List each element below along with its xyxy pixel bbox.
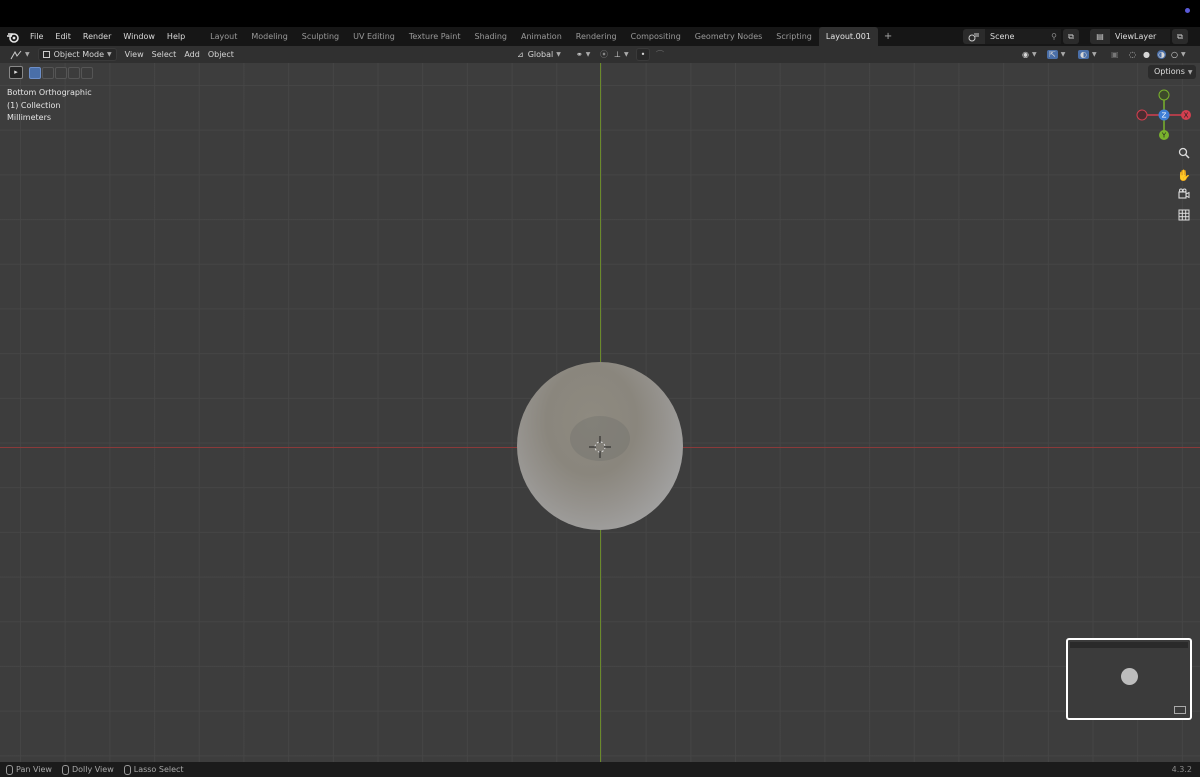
- view-layer-selector: ▤ ViewLayer ⧉: [1090, 29, 1196, 44]
- tab-layout-001[interactable]: Layout.001: [818, 27, 878, 46]
- window-titlebar: [0, 0, 1200, 27]
- xray-toggle-icon[interactable]: ▣: [1107, 48, 1123, 61]
- select-tool-icon[interactable]: ▸: [9, 66, 23, 79]
- view-name: Bottom Orthographic: [7, 88, 92, 97]
- collection-name: (1) Collection: [7, 100, 61, 110]
- tab-shading[interactable]: Shading: [467, 27, 514, 46]
- options-dropdown[interactable]: Options ▼: [1148, 65, 1196, 79]
- menu-window[interactable]: Window: [117, 27, 161, 46]
- select-new-icon[interactable]: [29, 66, 41, 79]
- select-extend-icon[interactable]: [42, 66, 54, 79]
- new-scene-icon[interactable]: ⧉: [1063, 29, 1079, 44]
- add-workspace-icon[interactable]: +: [878, 31, 898, 42]
- tab-sculpting[interactable]: Sculpting: [295, 27, 346, 46]
- gizmo-toggle-icon[interactable]: ⇱ ▼: [1043, 48, 1069, 61]
- shading-rendered-icon[interactable]: ○ ▼: [1167, 48, 1190, 61]
- pivot-point-icon[interactable]: ⚭ ▼: [572, 48, 594, 61]
- tab-texture-paint[interactable]: Texture Paint: [402, 27, 468, 46]
- new-view-layer-icon[interactable]: ⧉: [1172, 29, 1188, 44]
- menu-select[interactable]: Select: [148, 48, 181, 61]
- select-subtract-icon[interactable]: [55, 66, 67, 79]
- menu-add[interactable]: Add: [180, 48, 204, 61]
- gizmo-y-label: Y: [1161, 132, 1167, 140]
- mouse-icon: [61, 764, 69, 775]
- tab-modeling[interactable]: Modeling: [244, 27, 294, 46]
- mouse-icon: [123, 764, 131, 775]
- gizmo-z-label: Z: [1162, 112, 1167, 120]
- tab-scripting[interactable]: Scripting: [769, 27, 819, 46]
- indicator-dot: [1185, 8, 1190, 13]
- orientation-icon: ⊿: [517, 50, 524, 59]
- menu-help[interactable]: Help: [161, 27, 191, 46]
- scene-name-field[interactable]: Scene: [985, 29, 1047, 44]
- shading-solid-icon[interactable]: ●: [1139, 48, 1154, 61]
- tab-animation[interactable]: Animation: [514, 27, 569, 46]
- visibility-icon[interactable]: ◉ ▼: [1018, 48, 1041, 61]
- version-label: 4.3.2: [1171, 765, 1192, 774]
- camera-view-icon[interactable]: [1175, 188, 1193, 206]
- status-dolly-label: Dolly View: [71, 765, 114, 774]
- pin-icon[interactable]: ⚲: [1047, 29, 1061, 44]
- orientation-label: Global: [527, 50, 554, 59]
- tab-compositing[interactable]: Compositing: [624, 27, 688, 46]
- falloff-icon[interactable]: ⌒: [652, 48, 668, 61]
- preview-header: [1070, 642, 1188, 648]
- status-bar: Pan View Dolly View Lasso Select 4.3.2: [0, 762, 1200, 777]
- view-layer-icon[interactable]: ▤: [1090, 29, 1110, 44]
- zoom-icon[interactable]: [1175, 147, 1193, 165]
- status-pan-view: Pan View: [6, 764, 52, 775]
- gizmo-neg-y-handle: [1158, 89, 1170, 101]
- blender-logo-icon[interactable]: [2, 27, 24, 46]
- camera-preview-thumbnail[interactable]: [1066, 638, 1192, 720]
- object-mode-icon: [42, 51, 50, 58]
- status-lasso-select: Lasso Select: [123, 764, 184, 775]
- mouse-icon: [6, 764, 13, 775]
- viewport-info: Bottom Orthographic (1) Collection Milli…: [7, 87, 92, 125]
- navigation-gizmo[interactable]: X Y Z: [1136, 87, 1192, 143]
- menu-edit[interactable]: Edit: [49, 27, 77, 46]
- 3d-cursor-icon: [589, 436, 611, 458]
- viewport-header: ▼ Object Mode ▼ View Select Add Object ⊿ …: [0, 46, 1200, 63]
- editor-type-icon[interactable]: ▼: [6, 48, 34, 61]
- status-dolly-view: Dolly View: [61, 764, 114, 775]
- menu-object[interactable]: Object: [204, 48, 238, 61]
- scene-selector: Scene ⚲ ⧉: [963, 29, 1083, 44]
- shading-wireframe-icon[interactable]: ◌: [1125, 48, 1140, 61]
- select-invert-icon[interactable]: [68, 66, 80, 79]
- gizmo-x-label: X: [1184, 112, 1189, 120]
- overlays-toggle-icon[interactable]: ◐ ▼: [1074, 48, 1101, 61]
- menu-file[interactable]: File: [24, 27, 49, 46]
- gizmo-neg-x-handle: [1136, 109, 1148, 121]
- tab-geometry-nodes[interactable]: Geometry Nodes: [688, 27, 769, 46]
- units-label: Millimeters: [7, 113, 52, 123]
- tab-uv-editing[interactable]: UV Editing: [346, 27, 402, 46]
- view-layer-name-field[interactable]: ViewLayer: [1110, 29, 1170, 44]
- transform-orientation-dropdown[interactable]: ⊿ Global ▼: [513, 48, 565, 61]
- tab-rendering[interactable]: Rendering: [569, 27, 624, 46]
- workspace-tabs: Layout Modeling Sculpting UV Editing Tex…: [203, 27, 898, 46]
- preview-object: [1121, 668, 1138, 685]
- 3d-viewport[interactable]: ▸ Bottom Orthographic (1) Collection Mil…: [0, 63, 1200, 762]
- selection-mode-group: [29, 66, 93, 79]
- snap-target-icon[interactable]: ⊥ ▼: [610, 48, 633, 61]
- pan-hand-icon[interactable]: ✋: [1175, 167, 1193, 185]
- menu-render[interactable]: Render: [77, 27, 117, 46]
- status-pan-label: Pan View: [16, 765, 52, 774]
- proportional-editing-icon[interactable]: •: [636, 48, 650, 61]
- scene-icon[interactable]: [963, 29, 985, 44]
- tool-settings-row: ▸: [9, 66, 93, 79]
- menu-view[interactable]: View: [121, 48, 148, 61]
- options-label: Options: [1154, 67, 1185, 76]
- mode-label: Object Mode: [53, 50, 105, 59]
- tab-layout[interactable]: Layout: [203, 27, 244, 46]
- status-lasso-label: Lasso Select: [133, 765, 184, 774]
- ortho-grid-icon[interactable]: [1175, 209, 1193, 227]
- mode-dropdown[interactable]: Object Mode ▼: [37, 48, 117, 61]
- preview-corner-icon[interactable]: [1174, 706, 1186, 714]
- select-intersect-icon[interactable]: [81, 66, 93, 79]
